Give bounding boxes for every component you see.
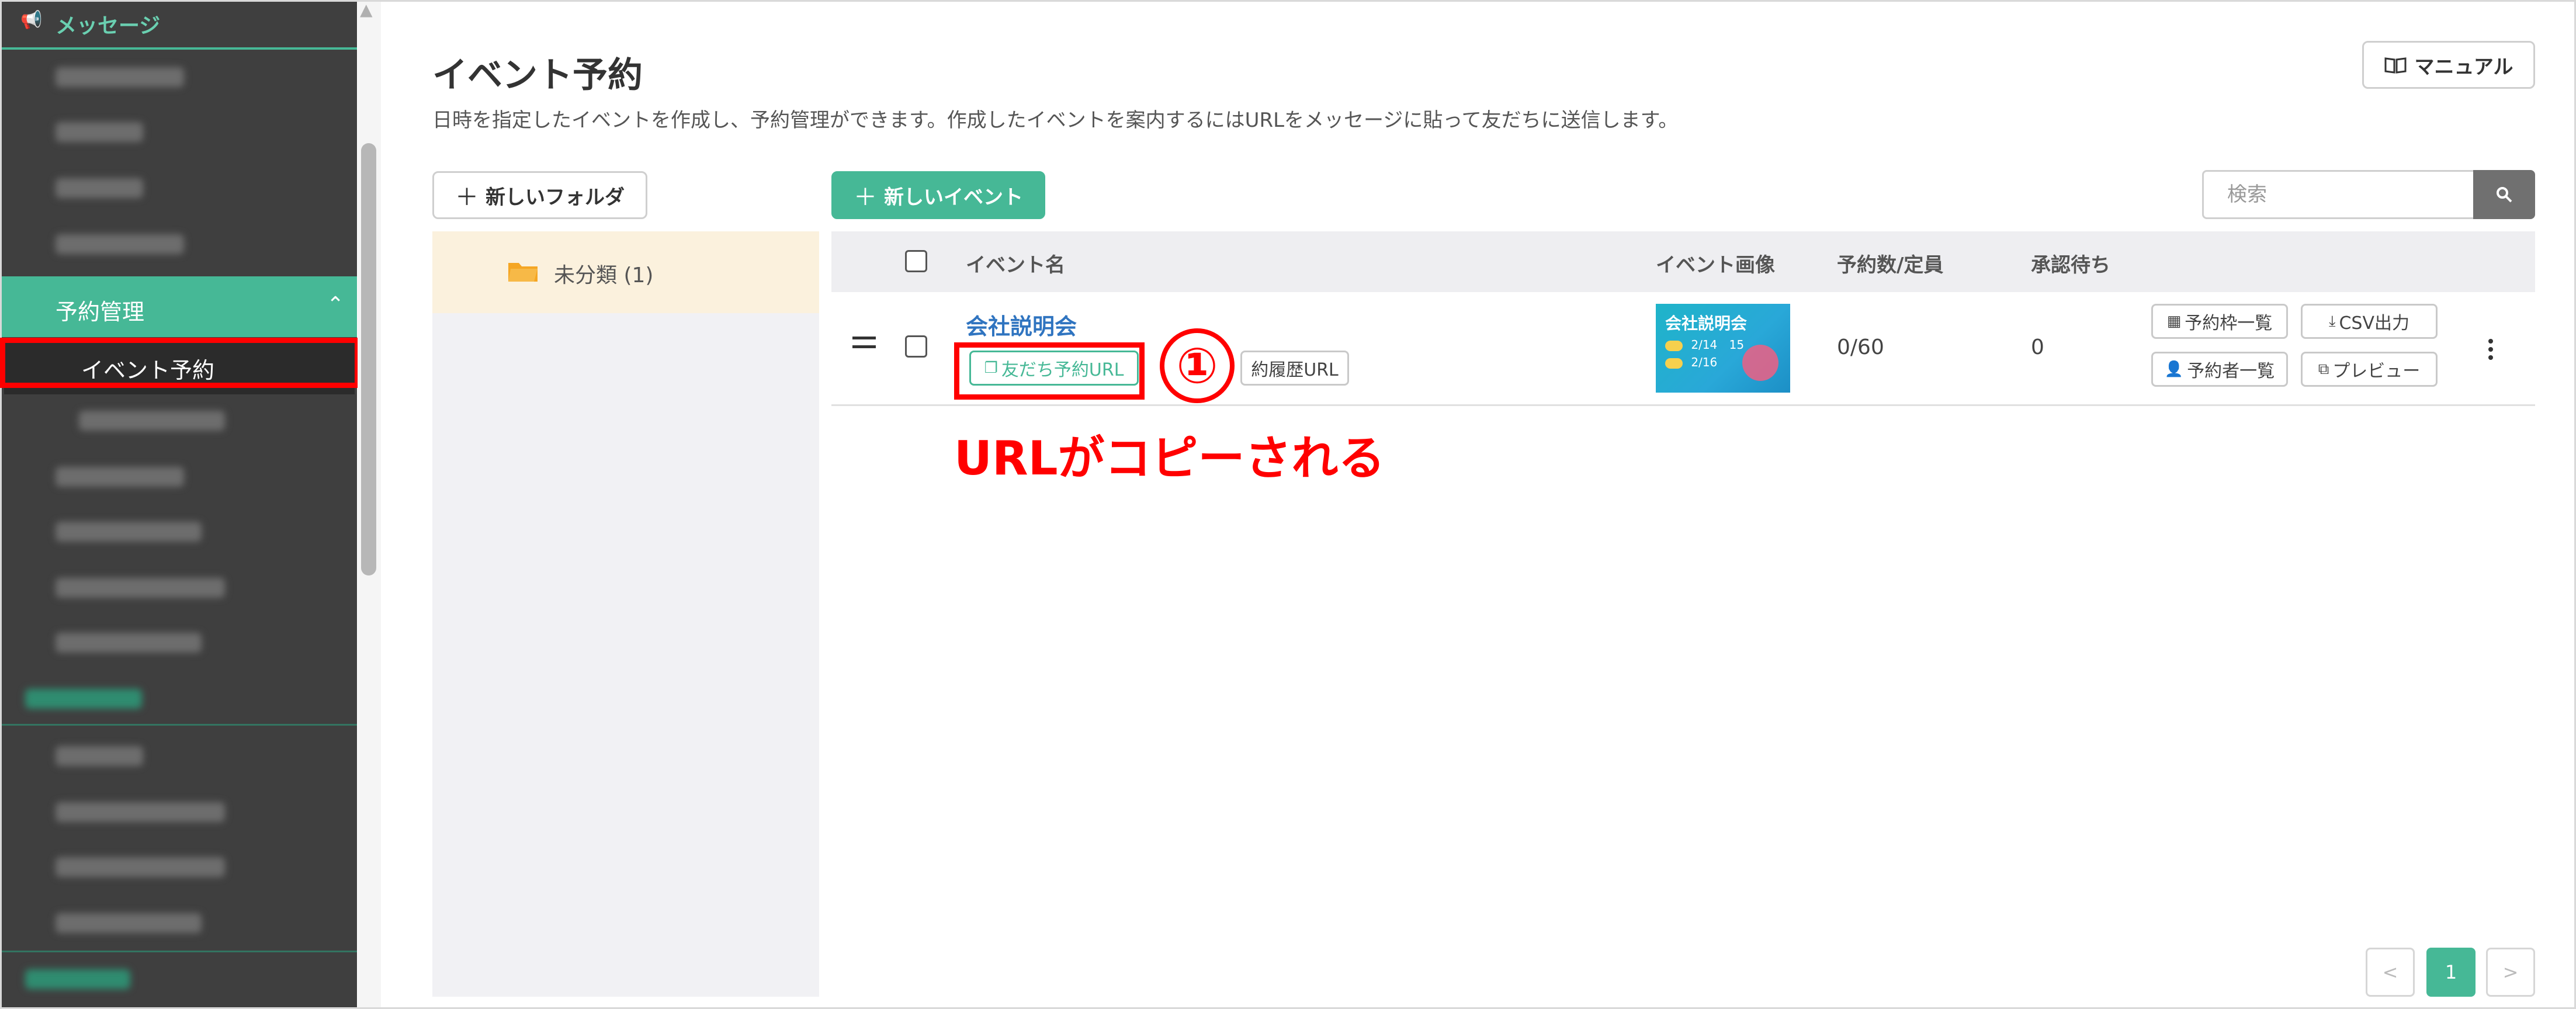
book-icon: [2384, 57, 2406, 74]
sidebar-section-message[interactable]: 📢 メッセージ: [2, 2, 357, 50]
folder-panel: [432, 231, 819, 997]
table-header: イベント名 イベント画像 予約数/定員 承認待ち: [831, 231, 2535, 292]
sidebar-item-blurred[interactable]: [56, 178, 143, 198]
scrollbar-thumb[interactable]: [361, 143, 376, 575]
pending-count: 0: [2031, 335, 2044, 359]
folder-label: 未分類 (1): [554, 263, 654, 287]
sidebar-section-label: メッセージ: [56, 14, 161, 38]
csv-export-button[interactable]: ⤓ CSV出力: [2301, 304, 2438, 339]
manual-button-label: マニュアル: [2414, 55, 2513, 79]
scroll-up-icon[interactable]: ▲: [360, 0, 373, 19]
preview-button[interactable]: ⧉ プレビュー: [2301, 352, 2438, 387]
sidebar-item-blurred[interactable]: [56, 522, 202, 542]
event-name-link[interactable]: 会社説明会: [966, 308, 1077, 341]
sidebar-divider: [2, 951, 357, 952]
date-pill-icon: [1665, 340, 1683, 351]
new-event-button[interactable]: ＋ 新しいイベント: [831, 171, 1045, 219]
reserver-list-button[interactable]: 👤 予約者一覧: [2151, 352, 2288, 387]
reservations-count: 0/60: [1837, 335, 1884, 359]
event-image-title: 会社説明会: [1665, 314, 1748, 333]
annotation-highlight-box: [954, 342, 1145, 400]
column-event-name: イベント名: [966, 254, 1065, 277]
reservation-history-url-button[interactable]: 約履歴URL: [1240, 351, 1349, 386]
manual-button[interactable]: マニュアル: [2362, 41, 2535, 89]
sidebar-item-blurred[interactable]: [56, 67, 184, 87]
row-checkbox[interactable]: [905, 335, 927, 358]
calendar-icon: ▦: [2166, 313, 2182, 330]
folder-icon: [508, 263, 538, 282]
sidebar: 📢 メッセージ 予約管理 ⌃ イベント予約: [2, 2, 357, 1007]
download-icon: ⤓: [2328, 312, 2336, 330]
sidebar-item-blurred[interactable]: [79, 411, 225, 431]
search-icon: [2497, 187, 2512, 203]
sidebar-item-reservation-management[interactable]: 予約管理 ⌃: [2, 276, 357, 337]
history-url-label: 約履歴URL: [1251, 360, 1339, 380]
event-image: 会社説明会 2/14 15 2/16: [1656, 304, 1790, 393]
app-frame: [0, 0, 2576, 1009]
select-all-checkbox[interactable]: [905, 250, 927, 272]
slot-list-button[interactable]: ▦ 予約枠一覧: [2151, 304, 2288, 339]
folder-item-uncategorized[interactable]: 未分類 (1): [432, 231, 819, 313]
pagination-prev-button[interactable]: <: [2366, 948, 2415, 997]
sidebar-item-blurred[interactable]: [56, 913, 202, 933]
sidebar-item-blurred[interactable]: [56, 802, 225, 822]
new-folder-button[interactable]: ＋ 新しいフォルダ: [432, 171, 647, 219]
date-pill-icon: [1665, 358, 1683, 369]
sidebar-item-label: 予約管理: [56, 299, 145, 325]
megaphone-icon: 📢: [20, 10, 43, 30]
chevron-up-icon: ⌃: [327, 293, 345, 317]
annotation-sidebar-highlight: [0, 338, 360, 388]
pagination-page-button[interactable]: 1: [2426, 948, 2476, 997]
event-image-date1: 2/14 15: [1665, 338, 1744, 352]
plus-icon: ＋: [854, 184, 877, 211]
annotation-caption: URLがコピーされる: [954, 431, 1385, 486]
pagination-next-button[interactable]: >: [2486, 948, 2535, 997]
new-folder-label: 新しいフォルダ: [486, 185, 625, 209]
plus-icon: ＋: [455, 184, 479, 211]
page-title: イベント予約: [432, 55, 643, 96]
sidebar-section-blurred[interactable]: [25, 689, 142, 709]
event-image-date2: 2/16: [1665, 355, 1717, 369]
decoration-icon: [1742, 345, 1778, 381]
search-input[interactable]: 検索: [2202, 170, 2475, 219]
column-reservations: 予約数/定員: [1837, 254, 1944, 277]
new-event-label: 新しいイベント: [884, 185, 1023, 209]
search-button[interactable]: [2473, 170, 2535, 219]
sidebar-item-blurred[interactable]: [56, 578, 225, 598]
annotation-step-number: ①: [1160, 328, 1235, 403]
sidebar-item-blurred[interactable]: [56, 857, 225, 877]
page-description: 日時を指定したイベントを作成し、予約管理ができます。作成したイベントを案内するに…: [432, 109, 1679, 132]
more-options-icon[interactable]: [2488, 339, 2493, 363]
preview-icon: ⧉: [2318, 360, 2329, 378]
column-pending: 承認待ち: [2031, 254, 2110, 277]
sidebar-item-blurred[interactable]: [56, 633, 202, 653]
sidebar-divider: [2, 724, 357, 726]
sidebar-item-blurred[interactable]: [56, 234, 184, 254]
sidebar-item-blurred[interactable]: [56, 746, 143, 766]
sidebar-section-blurred[interactable]: [25, 969, 130, 989]
column-event-image: イベント画像: [1656, 254, 1775, 277]
drag-handle-icon[interactable]: [852, 337, 876, 354]
user-icon: 👤: [2164, 360, 2184, 378]
sidebar-item-blurred[interactable]: [56, 122, 143, 142]
sidebar-item-blurred[interactable]: [56, 467, 184, 487]
